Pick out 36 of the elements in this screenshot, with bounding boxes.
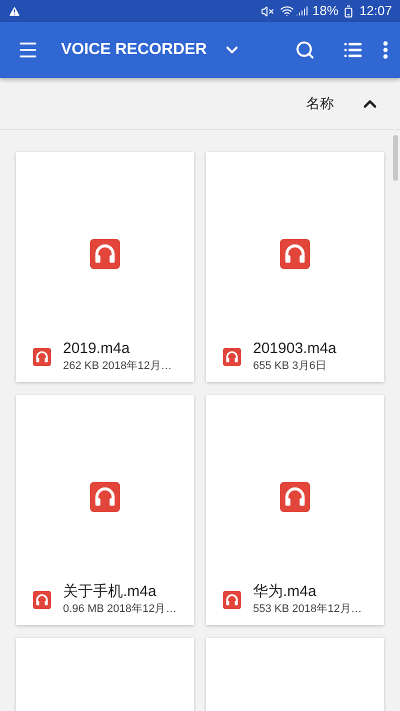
list-icon xyxy=(343,40,363,60)
scrollbar xyxy=(393,135,398,181)
battery-icon xyxy=(342,4,356,18)
wifi-icon xyxy=(280,4,294,18)
mute-icon xyxy=(261,4,274,18)
clock: 12:07 xyxy=(359,2,392,20)
headphones-icon xyxy=(223,348,241,366)
signal-icon xyxy=(296,5,308,17)
file-card[interactable]: 201903.m4a 655 KB 3月6日 xyxy=(206,152,384,382)
file-name: 关于手机.m4a xyxy=(63,582,158,602)
more-icon xyxy=(383,41,388,59)
list-view-button[interactable] xyxy=(343,40,363,60)
file-card[interactable]: 关于手机.m4a 0.96 MB 2018年12月… xyxy=(16,395,194,625)
file-card[interactable]: 华为.m4a 553 KB 2018年12月… xyxy=(206,395,384,625)
headphones-icon xyxy=(280,238,310,268)
sort-button[interactable]: 名称 xyxy=(306,93,334,114)
headphones-icon xyxy=(33,348,51,366)
file-details: 262 KB 2018年12月… xyxy=(63,359,172,374)
title-dropdown[interactable]: VOICE RECORDER xyxy=(61,38,241,62)
file-name: 201903.m4a xyxy=(253,339,336,359)
file-details: 553 KB 2018年12月… xyxy=(253,602,362,617)
more-button[interactable] xyxy=(383,41,388,59)
headphones-icon xyxy=(223,590,241,608)
search-button[interactable] xyxy=(295,40,315,60)
file-card[interactable]: 2019.m4a 262 KB 2018年12月… xyxy=(16,152,194,382)
file-details: 655 KB 3月6日 xyxy=(253,359,328,374)
file-name: 2019.m4a xyxy=(63,339,131,359)
search-icon xyxy=(295,40,315,60)
headphones-icon xyxy=(280,482,310,512)
file-name: 华为.m4a xyxy=(253,582,318,602)
file-details: 0.96 MB 2018年12月… xyxy=(63,602,177,617)
warning-icon xyxy=(8,4,21,18)
headphones-icon xyxy=(90,238,120,268)
headphones-icon xyxy=(33,590,51,608)
battery-percent: 18% xyxy=(312,2,338,20)
headphones-icon xyxy=(90,482,120,512)
